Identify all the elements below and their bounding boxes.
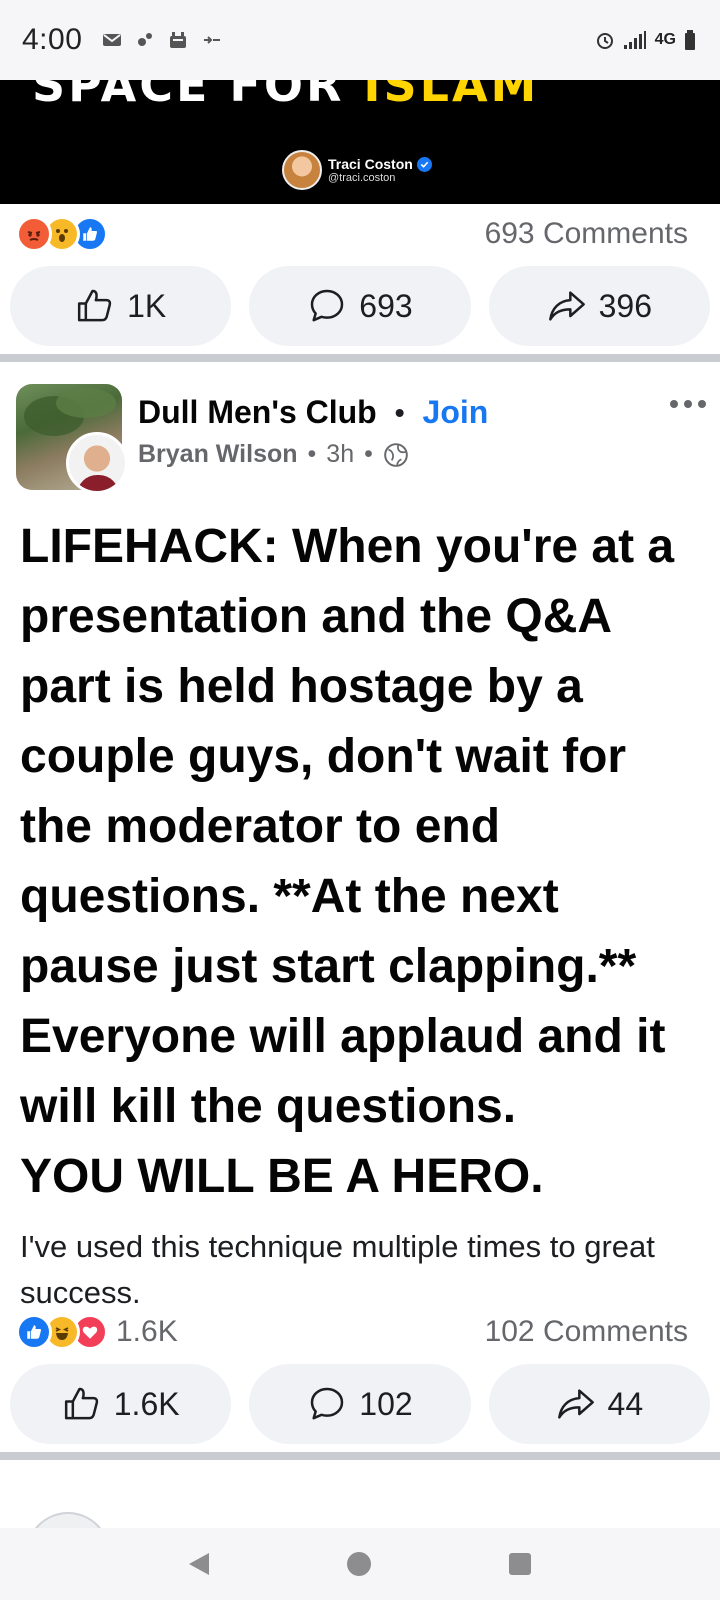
reaction-count[interactable]: 1.6K xyxy=(116,1315,178,1349)
thumbs-up-icon xyxy=(78,289,112,322)
creator-avatar xyxy=(282,150,322,190)
comment-button[interactable]: 102 xyxy=(249,1364,471,1444)
thumbs-up-icon xyxy=(64,1387,98,1420)
post-text-line: the moderator to end xyxy=(20,800,501,853)
share-arrow-icon xyxy=(557,1389,594,1419)
join-group-button[interactable]: Join xyxy=(423,394,489,431)
comments-count-link[interactable]: 693 Comments xyxy=(485,217,688,251)
notification-icons xyxy=(102,31,222,49)
post-text-line: part is held hostage by a xyxy=(20,660,583,713)
post-text-line: YOU WILL BE A HERO. xyxy=(20,1150,544,1203)
data-transfer-icon xyxy=(204,36,221,44)
comment-bubble-icon xyxy=(311,1387,344,1420)
group-name[interactable]: Dull Men's Club xyxy=(138,394,377,431)
status-bar: 4:00 4G xyxy=(0,0,720,80)
author-avatar[interactable] xyxy=(66,432,128,494)
share-button[interactable]: 396 xyxy=(488,266,710,346)
home-icon[interactable] xyxy=(347,1552,371,1576)
share-button[interactable]: 44 xyxy=(488,1364,710,1444)
back-icon[interactable] xyxy=(189,1553,209,1575)
video-thumbnail[interactable]: SPACE FOR ISLAM Traci Coston @traci.cost… xyxy=(0,80,720,204)
status-time: 4:00 xyxy=(22,23,83,56)
system-status: 4G xyxy=(595,30,696,50)
globe-icon xyxy=(384,442,408,467)
like-reaction-icon xyxy=(16,1314,52,1350)
angry-reaction-icon xyxy=(16,216,52,252)
share-arrow-icon xyxy=(548,291,585,321)
comment-button[interactable]: 693 xyxy=(249,266,471,346)
like-button[interactable]: 1K xyxy=(10,266,232,346)
prev-post-reactions-row: 693 Comments xyxy=(0,204,720,264)
recents-icon[interactable] xyxy=(509,1553,531,1575)
post-text: LIFEHACK: When you're at a presentation … xyxy=(20,512,700,1212)
like-button[interactable]: 1.6K xyxy=(10,1364,232,1444)
share-count: 44 xyxy=(607,1385,644,1422)
post-reactions-row: 1.6K 102 Comments xyxy=(0,1302,720,1362)
settings-sync-icon xyxy=(138,33,153,46)
creator-name: Traci Coston xyxy=(328,156,413,172)
post-header: Dull Men's Club • Join Bryan Wilson • 3h… xyxy=(16,384,706,494)
separator-dot: • xyxy=(364,440,373,468)
post-text-line: LIFEHACK: When you're at a xyxy=(20,520,675,573)
post-text-line: presentation and the Q&A xyxy=(20,590,613,643)
more-options-icon[interactable] xyxy=(670,400,706,408)
post-text-line: will kill the questions. xyxy=(20,1080,517,1133)
like-count: 1K xyxy=(127,287,167,324)
video-creator-tag: Traci Coston @traci.coston xyxy=(282,150,432,190)
post-text-line: pause just start clapping.** xyxy=(20,940,637,993)
battery-icon xyxy=(685,30,695,50)
signal-icon xyxy=(623,31,646,49)
verified-badge-icon xyxy=(416,156,432,172)
reaction-icons[interactable] xyxy=(16,1314,108,1350)
alarm-icon xyxy=(596,33,613,49)
feed-divider xyxy=(0,1452,720,1460)
post-text-line: couple guys, don't wait for xyxy=(20,730,627,783)
like-count: 1.6K xyxy=(113,1385,180,1422)
mail-icon xyxy=(103,34,122,46)
comments-count-link[interactable]: 102 Comments xyxy=(485,1315,688,1349)
post-text-line: questions. **At the next xyxy=(20,870,559,923)
feed-divider xyxy=(0,354,720,362)
separator-dot: • xyxy=(307,440,317,468)
post-time[interactable]: 3h xyxy=(326,440,354,469)
system-nav-bar xyxy=(0,1528,720,1600)
creator-handle: @traci.coston xyxy=(328,172,396,184)
post-text-line: Everyone will applaud and it xyxy=(20,1010,666,1063)
comment-count: 693 xyxy=(359,287,413,324)
author-name[interactable]: Bryan Wilson xyxy=(138,440,298,469)
comment-bubble-icon xyxy=(311,289,344,322)
prev-post-action-row: 1K 693 396 xyxy=(10,266,710,346)
reaction-icons[interactable] xyxy=(16,216,108,252)
video-overlay-text: SPACE FOR ISLAM xyxy=(32,80,540,112)
android-debug-icon xyxy=(170,32,187,48)
comment-count: 102 xyxy=(359,1385,413,1422)
separator-dot: • xyxy=(394,396,405,428)
network-type: 4G xyxy=(654,31,676,48)
share-count: 396 xyxy=(598,287,653,324)
post-action-row: 1.6K 102 44 xyxy=(10,1364,710,1444)
